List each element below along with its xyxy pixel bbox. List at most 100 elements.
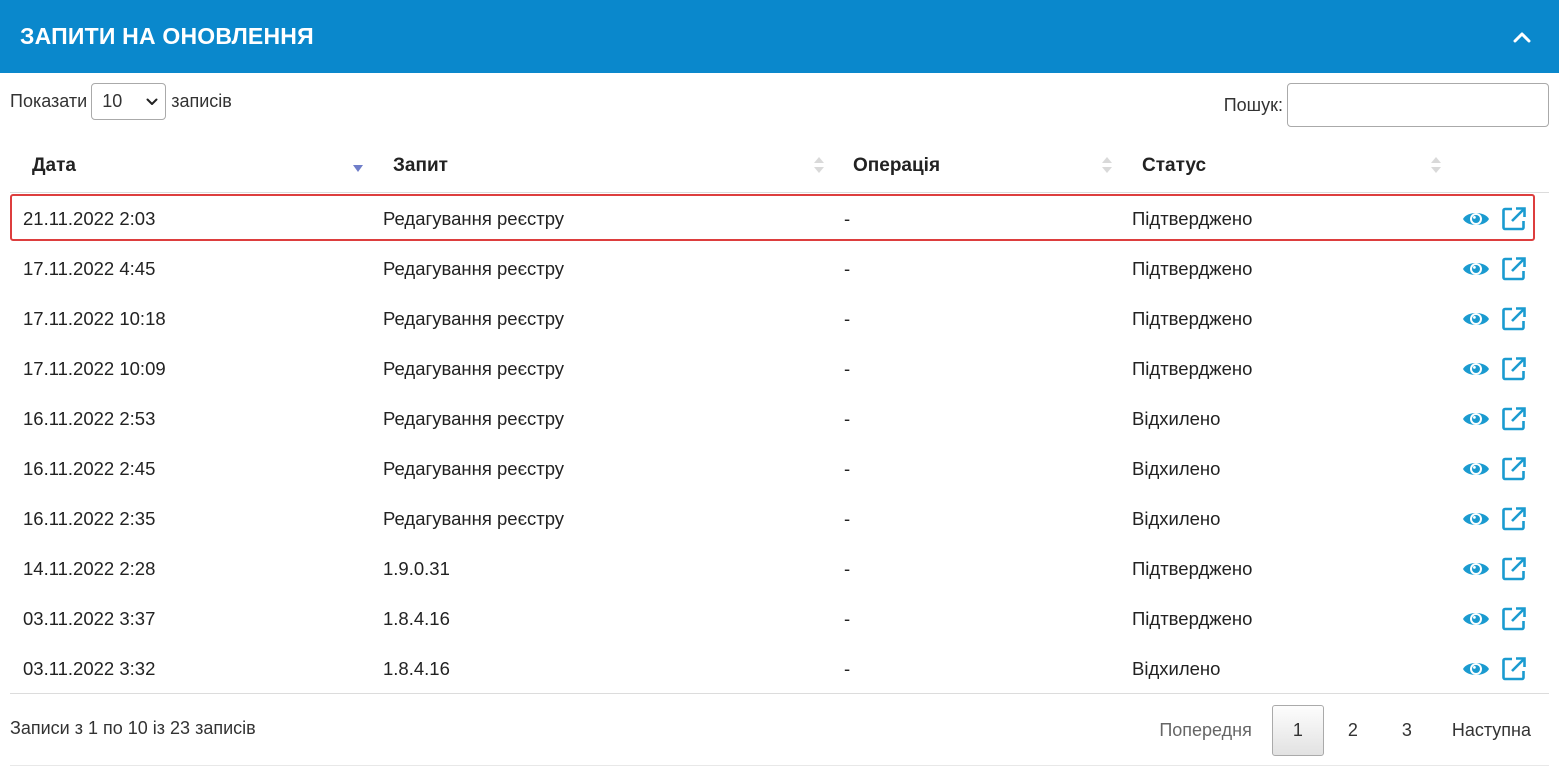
cell-date: 17.11.2022 10:18 xyxy=(23,308,166,329)
table-bottom-divider xyxy=(10,693,1549,694)
cell-date: 16.11.2022 2:35 xyxy=(23,508,156,529)
column-header-operation[interactable]: Операція xyxy=(853,140,940,192)
cell-status: Підтверджено xyxy=(1132,208,1253,229)
open-button[interactable] xyxy=(1499,604,1529,634)
open-button[interactable] xyxy=(1499,204,1529,234)
open-button[interactable] xyxy=(1499,554,1529,584)
table-row: 14.11.2022 2:28 1.9.0.31 - Підтверджено xyxy=(10,544,1549,594)
cell-date: 17.11.2022 4:45 xyxy=(23,258,156,279)
search-input[interactable] xyxy=(1287,83,1549,127)
cell-operation: - xyxy=(844,308,851,329)
cell-request: Редагування реєстру xyxy=(383,358,565,379)
column-header-date[interactable]: Дата xyxy=(32,140,76,192)
external-link-icon xyxy=(1502,257,1526,281)
open-button[interactable] xyxy=(1499,404,1529,434)
view-button[interactable] xyxy=(1461,204,1491,234)
next-page-button[interactable]: Наступна xyxy=(1434,705,1549,756)
cell-operation: - xyxy=(844,608,851,629)
page-button-1[interactable]: 1 xyxy=(1271,705,1324,756)
sort-both-icon xyxy=(1431,157,1441,173)
length-prefix-label: Показати xyxy=(10,91,88,111)
collapse-button[interactable] xyxy=(1507,22,1537,52)
cell-date: 14.11.2022 2:28 xyxy=(23,558,156,579)
search-control: Пошук: xyxy=(1224,83,1549,127)
external-link-icon xyxy=(1502,407,1526,431)
cell-operation: - xyxy=(844,508,851,529)
table-row: 03.11.2022 3:37 1.8.4.16 - Підтверджено xyxy=(10,594,1549,644)
open-button[interactable] xyxy=(1499,504,1529,534)
view-button[interactable] xyxy=(1461,454,1491,484)
open-button[interactable] xyxy=(1499,254,1529,284)
external-link-icon xyxy=(1502,607,1526,631)
cell-request: 1.8.4.16 xyxy=(383,608,450,629)
view-button[interactable] xyxy=(1461,554,1491,584)
view-button[interactable] xyxy=(1461,654,1491,684)
cell-status: Відхилено xyxy=(1132,658,1221,679)
eye-icon xyxy=(1463,413,1489,425)
cell-status: Підтверджено xyxy=(1132,558,1253,579)
view-button[interactable] xyxy=(1461,404,1491,434)
open-button[interactable] xyxy=(1499,304,1529,334)
view-button[interactable] xyxy=(1461,254,1491,284)
table-info: Записи з 1 по 10 із 23 записів xyxy=(10,718,256,738)
table-row: 17.11.2022 10:18 Редагування реєстру - Підт… xyxy=(10,294,1549,344)
external-link-icon xyxy=(1502,207,1526,231)
table-row: 17.11.2022 10:09 Редагування реєстру - Підт… xyxy=(10,344,1549,394)
cell-operation: - xyxy=(844,408,851,429)
cell-request: Редагування реєстру xyxy=(383,258,565,279)
cell-status: Підтверджено xyxy=(1132,308,1253,329)
cell-status: Підтверджено xyxy=(1132,258,1253,279)
cell-operation: - xyxy=(844,358,851,379)
open-button[interactable] xyxy=(1499,354,1529,384)
eye-icon xyxy=(1463,513,1489,525)
cell-date: 21.11.2022 2:03 xyxy=(23,208,156,229)
cell-status: Підтверджено xyxy=(1132,358,1253,379)
chevron-up-icon xyxy=(1513,32,1531,42)
view-button[interactable] xyxy=(1461,354,1491,384)
cell-request: 1.9.0.31 xyxy=(383,558,450,579)
cell-date: 16.11.2022 2:53 xyxy=(23,408,156,429)
column-header-request[interactable]: Запит xyxy=(393,140,448,192)
page-length-value: 10 xyxy=(102,91,123,111)
cell-status: Відхилено xyxy=(1132,508,1221,529)
chevron-down-icon xyxy=(146,98,158,105)
panel-header: Запити на оновлення xyxy=(0,0,1559,73)
external-link-icon xyxy=(1502,357,1526,381)
table-row: 16.11.2022 2:45 Редагування реєстру - Відхи… xyxy=(10,444,1549,494)
length-control: Показати 10 записів xyxy=(10,83,232,120)
table-row: 16.11.2022 2:53 Редагування реєстру - Відхи… xyxy=(10,394,1549,444)
cell-operation: - xyxy=(844,658,851,679)
panel-bottom-divider xyxy=(10,765,1549,766)
eye-icon xyxy=(1463,363,1489,375)
view-button[interactable] xyxy=(1461,604,1491,634)
cell-status: Відхилено xyxy=(1132,408,1221,429)
eye-icon xyxy=(1463,613,1489,625)
table-row: 21.11.2022 2:03 Редагування реєстру - Підтв… xyxy=(10,194,1549,244)
view-button[interactable] xyxy=(1461,504,1491,534)
column-header-status[interactable]: Статус xyxy=(1142,140,1206,192)
table-row: 03.11.2022 3:32 1.8.4.16 - Відхилено xyxy=(10,644,1549,694)
open-button[interactable] xyxy=(1499,654,1529,684)
eye-icon xyxy=(1463,463,1489,475)
open-button[interactable] xyxy=(1499,454,1529,484)
sort-desc-active-icon xyxy=(353,165,363,172)
table-header: Дата Запит Операція Статус xyxy=(10,140,1549,193)
page-button-2[interactable]: 2 xyxy=(1326,705,1380,756)
cell-date: 16.11.2022 2:45 xyxy=(23,458,156,479)
external-link-icon xyxy=(1502,457,1526,481)
table-row: 16.11.2022 2:35 Редагування реєстру - Відхи… xyxy=(10,494,1549,544)
cell-operation: - xyxy=(844,208,851,229)
cell-request: Редагування реєстру xyxy=(383,508,565,529)
page-length-select[interactable]: 10 xyxy=(91,83,167,120)
view-button[interactable] xyxy=(1461,304,1491,334)
cell-operation: - xyxy=(844,458,851,479)
page-button-3[interactable]: 3 xyxy=(1380,705,1434,756)
cell-request: Редагування реєстру xyxy=(383,458,565,479)
sort-both-icon xyxy=(1102,157,1112,173)
table-row: 17.11.2022 4:45 Редагування реєстру - Підтв… xyxy=(10,244,1549,294)
previous-page-button[interactable]: Попередня xyxy=(1141,705,1270,756)
eye-icon xyxy=(1463,663,1489,675)
external-link-icon xyxy=(1502,657,1526,681)
external-link-icon xyxy=(1502,307,1526,331)
sort-both-icon xyxy=(814,157,824,173)
